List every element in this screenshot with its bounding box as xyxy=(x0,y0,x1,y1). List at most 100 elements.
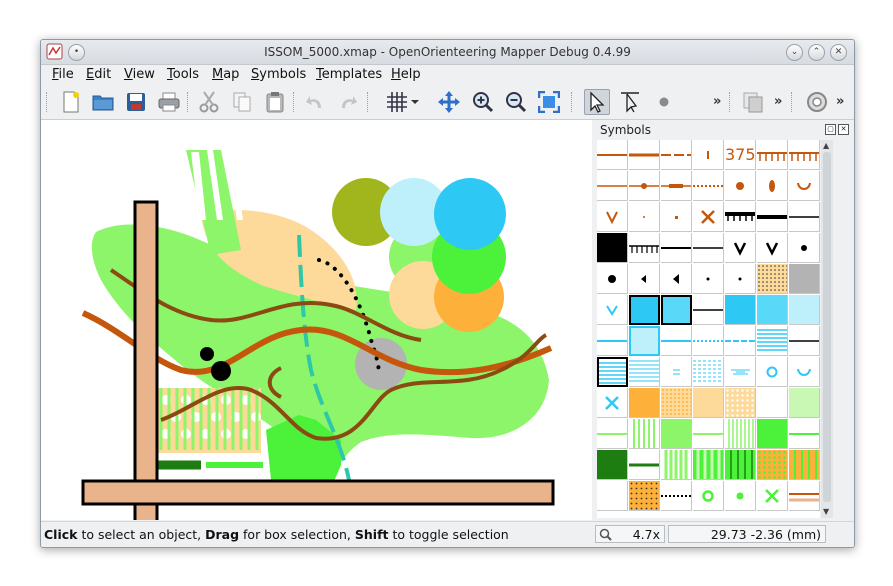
toolbar-overflow-button-2[interactable]: » xyxy=(774,94,782,109)
map-canvas[interactable] xyxy=(41,120,592,520)
scrollbar-thumb[interactable] xyxy=(823,152,831,502)
menu-templates[interactable]: Templates xyxy=(316,67,382,82)
symbol-cell[interactable] xyxy=(597,140,628,170)
black-dot[interactable] xyxy=(200,347,214,361)
symbol-cell[interactable] xyxy=(789,140,820,170)
symbol-cell[interactable] xyxy=(789,481,820,511)
symbol-cell[interactable] xyxy=(757,171,788,201)
zoom-in-icon[interactable] xyxy=(471,90,495,114)
symbol-cell[interactable] xyxy=(757,450,788,480)
close-button[interactable]: ✕ xyxy=(830,44,847,61)
redo-icon[interactable] xyxy=(336,90,360,114)
black-dot-large[interactable] xyxy=(211,361,231,381)
dock-float-button[interactable]: ▢ xyxy=(825,124,836,135)
text-symbol-cell[interactable]: 375 xyxy=(725,140,756,170)
symbol-cell[interactable] xyxy=(725,419,756,449)
menu-tools[interactable]: Tools xyxy=(167,67,199,82)
symbol-cell[interactable] xyxy=(693,264,724,294)
fullscreen-icon[interactable] xyxy=(537,90,561,114)
symbol-cell[interactable] xyxy=(629,264,660,294)
scroll-up-icon[interactable]: ▲ xyxy=(823,141,829,150)
symbol-cell[interactable] xyxy=(693,202,724,232)
symbol-cell[interactable] xyxy=(789,295,820,325)
symbol-cell[interactable] xyxy=(661,419,692,449)
pan-icon[interactable] xyxy=(437,90,461,114)
paste-icon[interactable] xyxy=(263,90,287,114)
symbol-cell[interactable] xyxy=(789,202,820,232)
symbol-cell[interactable] xyxy=(693,481,724,511)
target-icon[interactable] xyxy=(805,90,829,114)
cut-icon[interactable] xyxy=(197,90,221,114)
toolbar-overflow-button[interactable]: » xyxy=(713,94,721,109)
grid-icon[interactable] xyxy=(385,90,409,114)
menu-map[interactable]: Map xyxy=(212,67,239,82)
symbol-cell[interactable] xyxy=(629,171,660,201)
symbol-cell[interactable] xyxy=(789,419,820,449)
symbol-cell[interactable] xyxy=(597,388,628,418)
undo-icon[interactable] xyxy=(303,90,327,114)
new-file-icon[interactable] xyxy=(59,90,83,114)
symbol-cell[interactable] xyxy=(757,388,788,418)
symbol-cell[interactable] xyxy=(725,388,756,418)
symbol-cell[interactable] xyxy=(629,419,660,449)
copy-icon[interactable] xyxy=(230,90,254,114)
symbol-cell[interactable] xyxy=(597,326,628,356)
symbol-cell[interactable] xyxy=(693,357,724,387)
symbol-cell[interactable] xyxy=(629,326,660,356)
symbol-cell[interactable] xyxy=(757,202,788,232)
symbol-cell[interactable] xyxy=(629,140,660,170)
blue-circle[interactable] xyxy=(434,178,506,250)
symbol-cell[interactable] xyxy=(661,140,692,170)
symbol-cell[interactable] xyxy=(629,202,660,232)
symbol-cell[interactable] xyxy=(725,357,756,387)
symbol-cell[interactable] xyxy=(597,171,628,201)
symbol-cell[interactable] xyxy=(693,388,724,418)
open-folder-icon[interactable] xyxy=(91,90,115,114)
symbol-cell[interactable] xyxy=(661,450,692,480)
zoom-out-icon[interactable] xyxy=(504,90,528,114)
minimize-button[interactable]: ⌄ xyxy=(786,44,803,61)
save-icon[interactable] xyxy=(124,90,148,114)
maximize-button[interactable]: ⌃ xyxy=(808,44,825,61)
symbol-cell[interactable] xyxy=(597,202,628,232)
symbol-cell[interactable] xyxy=(629,388,660,418)
symbol-cell[interactable] xyxy=(757,357,788,387)
symbol-cell[interactable] xyxy=(661,202,692,232)
symbol-cell[interactable] xyxy=(661,233,692,263)
symbol-cell[interactable] xyxy=(725,264,756,294)
menu-help[interactable]: Help xyxy=(391,67,421,82)
symbol-cell[interactable] xyxy=(789,233,820,263)
symbol-cell[interactable] xyxy=(789,326,820,356)
symbol-cell[interactable] xyxy=(629,450,660,480)
symbol-cell[interactable] xyxy=(789,357,820,387)
symbol-cell[interactable] xyxy=(661,326,692,356)
symbol-cell[interactable] xyxy=(629,357,660,387)
symbol-cell[interactable] xyxy=(597,450,628,480)
symbol-cell[interactable] xyxy=(661,388,692,418)
symbols-scrollbar[interactable]: ▲ ▼ xyxy=(821,140,833,518)
symbol-cell[interactable] xyxy=(725,233,756,263)
symbol-cell[interactable] xyxy=(757,295,788,325)
layers-icon[interactable] xyxy=(741,90,765,114)
menu-file[interactable]: File xyxy=(52,67,74,82)
symbol-cell[interactable] xyxy=(789,171,820,201)
symbol-cell[interactable] xyxy=(725,202,756,232)
symbol-cell[interactable] xyxy=(693,450,724,480)
edit-lines-icon[interactable] xyxy=(618,90,642,114)
symbol-cell[interactable] xyxy=(725,481,756,511)
symbol-cell[interactable] xyxy=(789,264,820,294)
symbol-cell[interactable] xyxy=(661,264,692,294)
symbol-cell[interactable] xyxy=(757,140,788,170)
edit-objects-icon[interactable] xyxy=(584,89,610,115)
symbol-cell[interactable] xyxy=(757,481,788,511)
symbol-cell[interactable] xyxy=(725,326,756,356)
symbol-cell[interactable] xyxy=(693,419,724,449)
symbol-cell[interactable] xyxy=(789,388,820,418)
symbol-cell[interactable] xyxy=(693,140,724,170)
symbol-cell[interactable] xyxy=(757,264,788,294)
symbol-cell[interactable] xyxy=(757,326,788,356)
symbol-cell[interactable] xyxy=(597,233,628,263)
symbol-cell[interactable] xyxy=(789,450,820,480)
road-vertical[interactable] xyxy=(133,200,159,520)
symbol-cell[interactable] xyxy=(597,481,628,511)
